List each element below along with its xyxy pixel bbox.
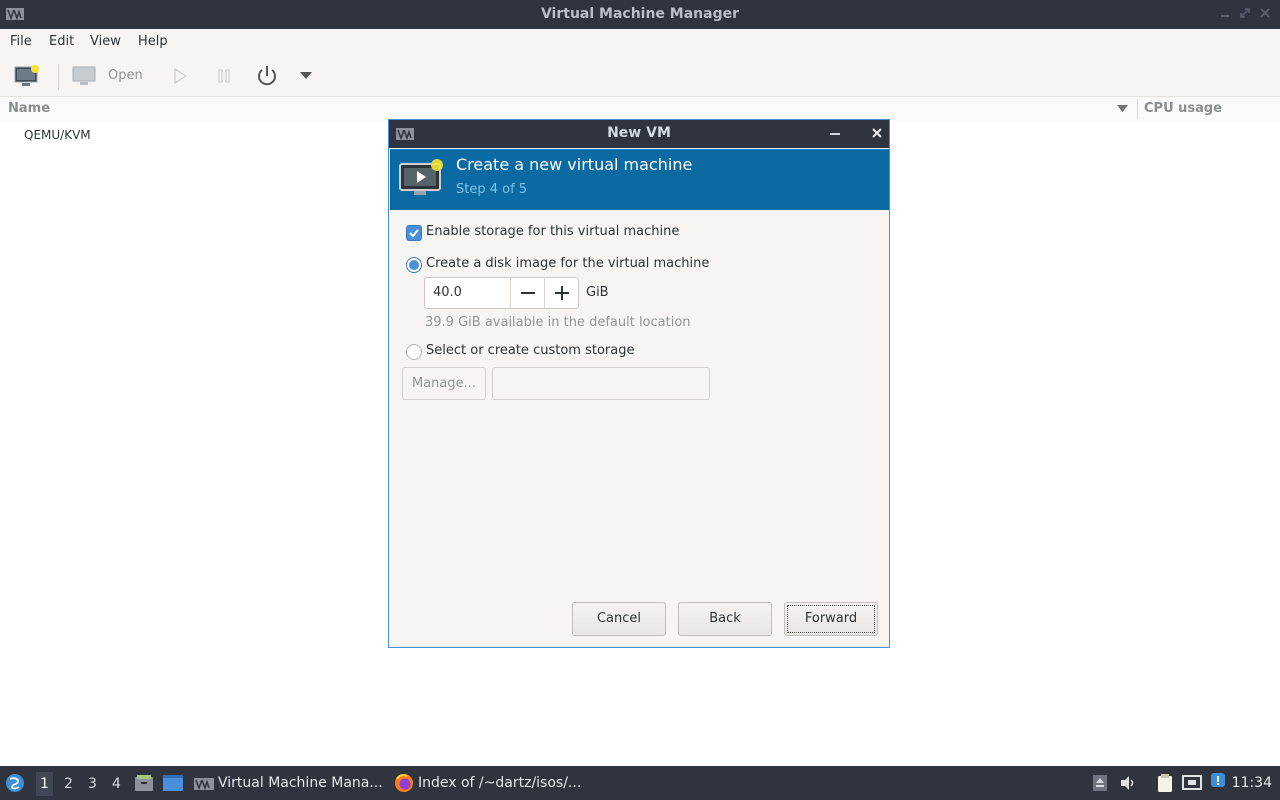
task-virt-manager[interactable]: Virtual Machine Mana... bbox=[218, 775, 383, 791]
power-icon[interactable] bbox=[255, 64, 279, 88]
forward-button[interactable]: Forward bbox=[784, 602, 878, 636]
main-titlebar[interactable]: Virtual Machine Manager bbox=[0, 0, 1280, 29]
monitor-icon[interactable] bbox=[72, 66, 96, 86]
vm-logo-icon bbox=[194, 778, 214, 790]
new-vm-icon[interactable] bbox=[14, 64, 40, 88]
column-cpu-usage[interactable]: CPU usage bbox=[1144, 101, 1222, 116]
dialog-title: New VM bbox=[607, 125, 671, 141]
play-icon[interactable] bbox=[172, 68, 188, 84]
disk-unit-label: GiB bbox=[586, 285, 609, 300]
desktop-icon[interactable] bbox=[162, 774, 184, 792]
sort-down-icon[interactable] bbox=[1117, 105, 1128, 113]
column-divider bbox=[1137, 99, 1138, 119]
menu-view[interactable]: View bbox=[90, 34, 121, 49]
workspace-3[interactable]: 3 bbox=[88, 776, 97, 792]
workspace-1[interactable]: 1 bbox=[36, 772, 53, 796]
banner-step: Step 4 of 5 bbox=[456, 182, 528, 197]
volume-icon[interactable] bbox=[1119, 774, 1137, 792]
wizard-banner: Create a new virtual machine Step 4 of 5 bbox=[390, 149, 889, 210]
task-firefox[interactable]: Index of /~dartz/isos/... bbox=[418, 775, 581, 791]
create-disk-label[interactable]: Create a disk image for the virtual mach… bbox=[426, 256, 709, 271]
new-vm-dialog: New VM Create a new virtual machine Step… bbox=[388, 119, 890, 648]
chevron-down-icon[interactable] bbox=[300, 72, 312, 80]
menubar: File Edit View Help bbox=[0, 29, 1280, 57]
enable-storage-label[interactable]: Enable storage for this virtual machine bbox=[426, 224, 679, 239]
storage-path-input[interactable] bbox=[492, 367, 710, 400]
cancel-button[interactable]: Cancel bbox=[572, 602, 666, 636]
custom-storage-radio[interactable] bbox=[406, 344, 422, 360]
manage-button[interactable]: Manage... bbox=[402, 367, 486, 400]
network-icon[interactable] bbox=[1182, 774, 1202, 792]
minimize-icon[interactable] bbox=[830, 133, 840, 136]
upload-icon[interactable] bbox=[1092, 774, 1108, 792]
custom-storage-label[interactable]: Select or create custom storage bbox=[426, 343, 634, 358]
new-vm-icon bbox=[399, 159, 443, 195]
close-icon[interactable] bbox=[872, 128, 882, 138]
workspace-2[interactable]: 2 bbox=[64, 776, 73, 792]
list-item[interactable]: QEMU/KVM bbox=[24, 128, 91, 142]
open-button[interactable]: Open bbox=[108, 68, 143, 83]
firefox-icon bbox=[395, 774, 413, 792]
maximize-icon[interactable] bbox=[1240, 8, 1250, 18]
decrement-button[interactable] bbox=[510, 278, 545, 308]
workspace-4[interactable]: 4 bbox=[112, 776, 121, 792]
disk-size-spinner[interactable]: 40.0 bbox=[424, 277, 579, 309]
create-disk-radio[interactable] bbox=[406, 257, 422, 273]
enable-storage-checkbox[interactable] bbox=[406, 225, 422, 241]
column-name[interactable]: Name bbox=[8, 101, 50, 116]
checkmark-icon bbox=[409, 229, 419, 238]
menu-edit[interactable]: Edit bbox=[49, 34, 74, 49]
update-notifier-icon[interactable] bbox=[1210, 772, 1226, 790]
dialog-titlebar[interactable]: New VM bbox=[389, 120, 889, 148]
toolbar: Open bbox=[0, 56, 1280, 96]
increment-button[interactable] bbox=[544, 278, 579, 308]
minus-icon bbox=[521, 292, 535, 294]
clock: 11:34 bbox=[1231, 775, 1272, 791]
plus-icon bbox=[555, 286, 569, 300]
banner-title: Create a new virtual machine bbox=[456, 155, 693, 174]
toolbar-separator bbox=[58, 64, 59, 90]
menu-help[interactable]: Help bbox=[138, 34, 168, 49]
window-title: Virtual Machine Manager bbox=[540, 6, 740, 22]
disk-size-input[interactable]: 40.0 bbox=[433, 285, 462, 300]
close-icon[interactable] bbox=[1260, 8, 1270, 18]
available-space-hint: 39.9 GiB available in the default locati… bbox=[425, 315, 691, 330]
pause-icon[interactable] bbox=[216, 68, 232, 84]
start-menu-icon[interactable] bbox=[5, 773, 25, 793]
clipboard-icon[interactable] bbox=[1156, 773, 1174, 793]
taskbar: 1 2 3 4 Virtual Machine Mana... Index of… bbox=[0, 766, 1280, 800]
minimize-icon[interactable] bbox=[1220, 8, 1230, 18]
file-manager-icon[interactable] bbox=[134, 774, 154, 792]
menu-file[interactable]: File bbox=[10, 34, 32, 49]
back-button[interactable]: Back bbox=[678, 602, 772, 636]
